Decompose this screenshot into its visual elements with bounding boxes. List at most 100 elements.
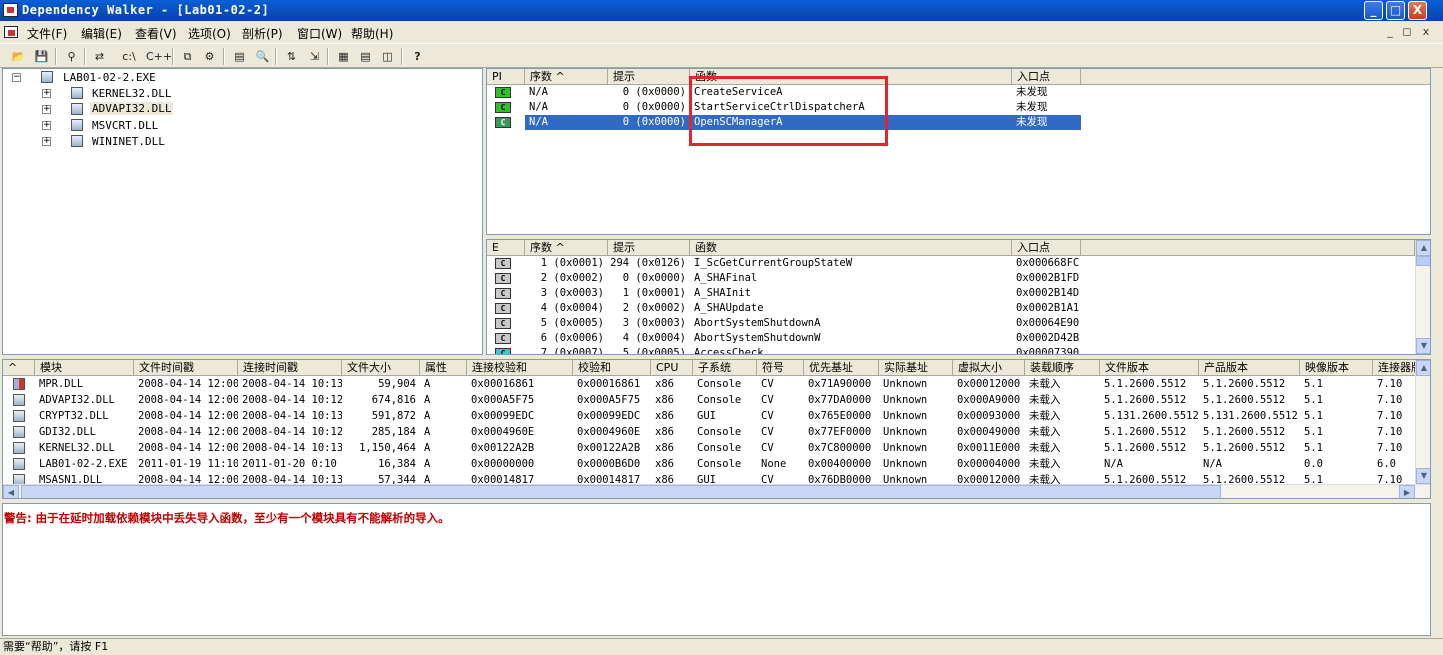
col-header-preferred-base[interactable]: 优先基址 [804,360,879,376]
menu-profile[interactable]: 剖析(P) [242,25,283,42]
c-function-icon: C [495,303,511,314]
expand-icon[interactable]: + [42,137,51,146]
maximize-button[interactable]: □ [1386,1,1405,20]
save-icon[interactable]: 💾 [32,48,51,65]
export-row[interactable]: C 6 (0x0006) 4 (0x0004) AbortSystemShutdown… [487,331,1081,346]
help-icon[interactable]: ? [408,48,427,65]
col-header-link-checksum[interactable]: 连接校验和 [467,360,573,376]
export-row[interactable]: C 4 (0x0004) 2 (0x0002) A_SHAUpdate 0x0002B1… [487,301,1081,316]
module-cell-image-version: 5.1 [1304,426,1323,438]
col-header-file-size[interactable]: 文件大小 [342,360,420,376]
col-header-load-order[interactable]: 装载顺序 [1025,360,1100,376]
scroll-up-icon[interactable]: ▲ [1416,360,1430,376]
col-header-entry[interactable]: 入口点 [1012,69,1081,85]
col-header-virtual-size[interactable]: 虚拟大小 [953,360,1025,376]
modules-vscrollbar[interactable]: ▲ ▼ [1415,360,1430,484]
module-row[interactable]: LAB01-02-2.EXE 2011-01-19 11:10 2011-01-20… [3,457,1413,472]
refresh-icon[interactable]: ⇄ [90,48,109,65]
export-row[interactable]: C 5 (0x0005) 3 (0x0003) AbortSystemShutdown… [487,316,1081,331]
export-row[interactable]: C 3 (0x0003) 1 (0x0001) A_SHAInit 0x0002B14D [487,286,1081,301]
module-row[interactable]: GDI32.DLL 2008-04-14 12:00 2008-04-14 10:1… [3,425,1413,440]
col-header-attr[interactable]: 属性 [420,360,467,376]
imports-pane[interactable]: PI 序数 ^ 提示 函数 入口点 C N/A 0 (0x0000) Creat… [486,68,1431,235]
exports-pane[interactable]: E 序数 ^ 提示 函数 入口点 C 1 (0x0001) 294 (0x0126)… [486,239,1431,355]
expand-icon[interactable]: ⇲ [305,48,324,65]
tile-horizontal-icon[interactable]: ▤ [356,48,375,65]
module-row[interactable]: KERNEL32.DLL 2008-04-14 12:00 2008-04-14 1… [3,441,1413,456]
col-header-ordinal[interactable]: 序数 ^ [525,69,608,85]
copy-icon[interactable]: ⧉ [178,48,197,65]
sort-icon[interactable]: ⇅ [282,48,301,65]
expand-icon[interactable]: + [42,105,51,114]
menu-window[interactable]: 窗口(W) [297,25,342,42]
menu-options[interactable]: 选项(O) [188,25,231,42]
module-row[interactable]: ADVAPI32.DLL 2008-04-14 12:00 2008-04-14 1… [3,393,1413,408]
col-header-image-version[interactable]: 映像版本 [1300,360,1373,376]
col-header-function[interactable]: 函数 [690,240,1012,256]
menu-view[interactable]: 查看(V) [135,25,177,42]
view-module-icon[interactable]: 🔍 [253,48,272,65]
menu-edit[interactable]: 编辑(E) [81,25,122,42]
col-header-ordinal[interactable]: 序数 ^ [525,240,608,256]
cascade-icon[interactable]: ▦ [334,48,353,65]
function-cell: AbortSystemShutdownW [694,332,821,344]
full-paths-icon[interactable]: c:\ [118,48,140,65]
scroll-right-icon[interactable]: ▶ [1399,485,1415,498]
col-header-file-version[interactable]: 文件版本 [1100,360,1199,376]
col-header-e[interactable]: E [487,240,525,256]
find-icon[interactable]: ⚲ [62,48,81,65]
col-header-checksum[interactable]: 校验和 [573,360,651,376]
module-tree-pane[interactable]: − LAB01-02-2.EXE + KERNEL32.DLL + ADVAPI… [2,68,483,355]
col-header-product-version[interactable]: 产品版本 [1199,360,1300,376]
properties-icon[interactable]: ⚙ [200,48,219,65]
scroll-down-icon[interactable]: ▼ [1416,468,1430,484]
scroll-up-icon[interactable]: ▲ [1416,240,1430,256]
undecorate-cpp-icon[interactable]: C++ [146,48,172,65]
tree-item[interactable]: KERNEL32.DLL [92,87,171,100]
modules-hscrollbar[interactable]: ◀ ▶ [3,484,1430,498]
mdi-minimize-button[interactable]: _ [1382,26,1398,40]
col-header-symbols[interactable]: 符号 [757,360,804,376]
module-row[interactable]: CRYPT32.DLL 2008-04-14 12:00 2008-04-14 10… [3,409,1413,424]
scroll-down-icon[interactable]: ▼ [1416,338,1430,354]
tile-vertical-icon[interactable]: ◫ [378,48,397,65]
expand-icon[interactable]: + [42,121,51,130]
tree-item[interactable]: WININET.DLL [92,135,165,148]
col-header-link-time[interactable]: 连接时间戳 [238,360,342,376]
close-button[interactable]: X [1408,1,1427,20]
col-header-subsystem[interactable]: 子系统 [693,360,757,376]
col-header-hint[interactable]: 提示 [608,69,690,85]
scroll-thumb[interactable] [1416,256,1430,266]
module-icon [13,410,25,422]
system-info-icon[interactable]: ▤ [230,48,249,65]
col-header-entry[interactable]: 入口点 [1012,240,1081,256]
module-row[interactable]: MPR.DLL 2008-04-14 12:00 2008-04-14 10:13 5… [3,377,1413,392]
col-header-module[interactable]: 模块 [35,360,134,376]
minimize-button[interactable]: _ [1364,1,1383,20]
mdi-restore-button[interactable]: ◻ [1399,26,1415,40]
modules-pane[interactable]: ^ 模块 文件时间戳 连接时间戳 文件大小 属性 连接校验和 校验和 CPU 子系统 符号 优先基址实… [2,359,1431,499]
scroll-thumb[interactable] [21,485,1221,498]
open-icon[interactable]: 📂 [9,48,28,65]
exports-scrollbar[interactable]: ▲ ▼ [1415,240,1430,354]
col-header-pi[interactable]: PI [487,69,525,85]
tree-item[interactable]: MSVCRT.DLL [92,119,158,132]
hint-cell: 3 (0x0003) [622,317,686,329]
tree-item-selected[interactable]: ADVAPI32.DLL [90,102,174,115]
mdi-close-button[interactable]: x [1418,26,1434,40]
tree-root-item[interactable]: LAB01-02-2.EXE [63,71,156,84]
expand-icon[interactable]: + [42,89,51,98]
menu-file[interactable]: 文件(F) [27,25,67,42]
export-row[interactable]: C 2 (0x0002) 0 (0x0000) A_SHAFinal 0x0002B1F… [487,271,1081,286]
menu-help[interactable]: 帮助(H) [351,25,393,42]
col-header-hint[interactable]: 提示 [608,240,690,256]
collapse-icon[interactable]: − [12,73,21,82]
export-row[interactable]: C 1 (0x0001) 294 (0x0126) I_ScGetCurrentGro… [487,256,1081,271]
mdi-doc-icon[interactable] [4,26,18,38]
col-header-file-time[interactable]: 文件时间戳 [134,360,238,376]
scroll-left-icon[interactable]: ◀ [3,485,19,498]
col-header-cpu[interactable]: CPU [651,360,693,376]
col-header-actual-base[interactable]: 实际基址 [879,360,953,376]
col-header-sort[interactable]: ^ [3,360,35,376]
export-row[interactable]: C 7 (0x0007) 5 (0x0005) AccessCheck 0x000073… [487,346,1081,354]
